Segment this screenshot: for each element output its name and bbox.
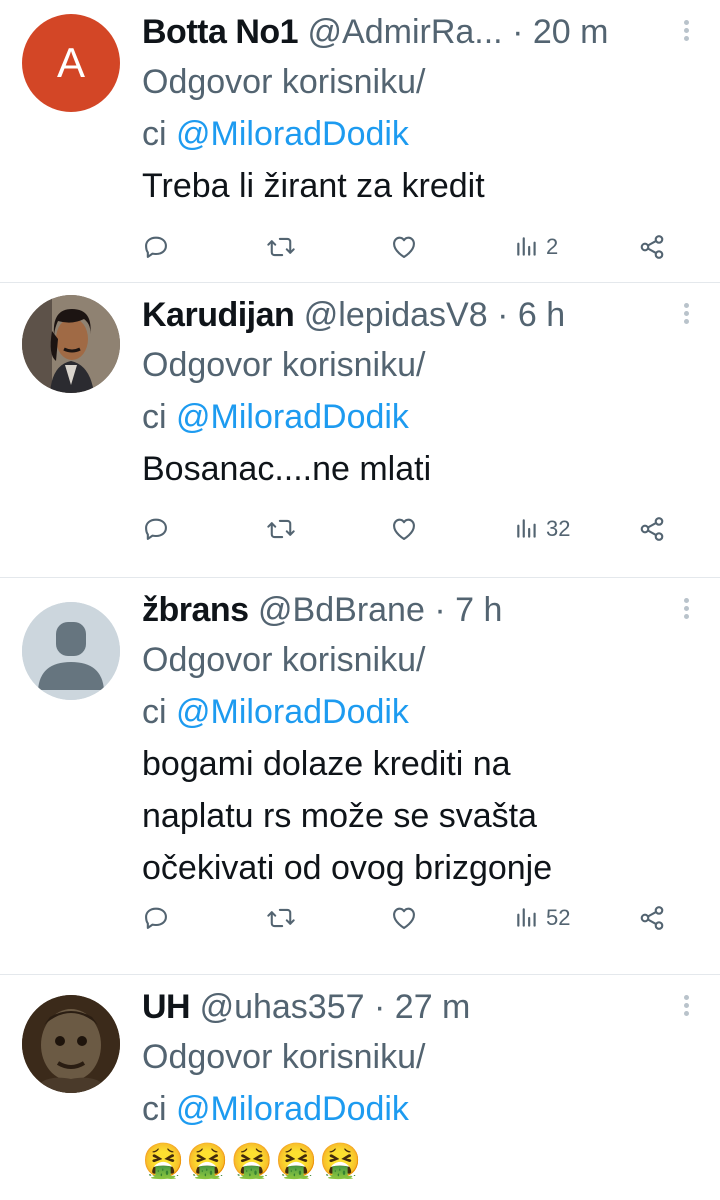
retweet-icon xyxy=(267,908,295,928)
reply-context: Odgovor korisniku/ ci @MiloradDodik xyxy=(142,634,680,738)
avatar[interactable] xyxy=(22,602,120,700)
handle[interactable]: @AdmirRa... xyxy=(308,13,503,51)
share-icon xyxy=(640,906,664,930)
view-count: 52 xyxy=(546,905,571,930)
avatar[interactable]: A xyxy=(22,14,120,112)
action-bar: 32 xyxy=(142,509,680,549)
reply-icon xyxy=(145,236,167,258)
view-count: 2 xyxy=(546,234,559,259)
handle[interactable]: @BdBrane xyxy=(258,591,425,629)
tweet[interactable]: A Botta No1 @AdmirRa... · 20 m Odgovor k… xyxy=(0,0,720,283)
reply-context: Odgovor korisniku/ ci @MiloradDodik xyxy=(142,56,680,160)
tweet-header: UH @uhas357 · 27 m xyxy=(142,983,680,1031)
view-count: 32 xyxy=(546,516,571,541)
more-icon[interactable] xyxy=(682,598,690,622)
separator: · xyxy=(512,13,524,51)
mention-link[interactable]: @MiloradDodik xyxy=(176,398,409,436)
reply-icon xyxy=(145,518,167,540)
display-name[interactable]: Karudijan xyxy=(142,296,295,334)
tweet-text: Treba li žirant za kredit xyxy=(142,160,680,212)
mention-link[interactable]: @MiloradDodik xyxy=(176,115,409,153)
handle[interactable]: @uhas357 xyxy=(200,988,365,1026)
tweet[interactable]: UH @uhas357 · 27 m Odgovor korisniku/ ci… xyxy=(0,975,720,1200)
views-icon xyxy=(517,519,536,538)
more-icon[interactable] xyxy=(682,995,690,1019)
tweet-text-line: Treba li žirant za kredit xyxy=(142,167,485,205)
more-icon[interactable] xyxy=(682,20,690,44)
mention-link[interactable]: @MiloradDodik xyxy=(176,1090,409,1128)
reply-prefix-suffix: ci xyxy=(142,398,167,436)
reply-button[interactable] xyxy=(142,227,170,267)
views-icon xyxy=(517,908,536,927)
tweet-text: bogami dolaze krediti na naplatu rs može… xyxy=(142,738,680,894)
views-button[interactable]: 52 xyxy=(514,898,570,938)
default-avatar-icon xyxy=(22,602,120,700)
share-button[interactable] xyxy=(638,227,666,267)
heart-icon xyxy=(393,236,415,258)
separator: · xyxy=(497,296,509,334)
retweet-button[interactable] xyxy=(266,898,296,938)
retweet-icon xyxy=(267,237,295,257)
views-icon xyxy=(517,237,536,256)
timestamp[interactable]: 6 h xyxy=(518,296,565,334)
avatar-letter: A xyxy=(56,39,85,86)
reply-prefix-suffix: ci xyxy=(142,115,167,153)
views-button[interactable]: 2 xyxy=(514,227,558,267)
tweet[interactable]: žbrans @BdBrane · 7 h Odgovor korisniku/… xyxy=(0,578,720,975)
separator: · xyxy=(374,988,386,1026)
tweet-emoji: 🤮🤮🤮🤮🤮 xyxy=(142,1142,364,1180)
reply-prefix-suffix: ci xyxy=(142,693,167,731)
like-button[interactable] xyxy=(390,227,418,267)
reply-prefix: Odgovor korisniku/ xyxy=(142,63,426,101)
display-name[interactable]: žbrans xyxy=(142,591,249,629)
tweet-text: Bosanac....ne mlati xyxy=(142,443,680,495)
reply-prefix-suffix: ci xyxy=(142,1090,167,1128)
heart-icon xyxy=(393,907,415,929)
tweet[interactable]: Karudijan @lepidasV8 · 6 h Odgovor koris… xyxy=(0,283,720,578)
avatar-photo xyxy=(22,295,120,393)
reply-context: Odgovor korisniku/ ci @MiloradDodik xyxy=(142,1031,680,1135)
heart-icon xyxy=(393,518,415,540)
avatar[interactable] xyxy=(22,295,120,393)
reply-prefix: Odgovor korisniku/ xyxy=(142,1038,426,1076)
tweet-text-line: očekivati od ovog brizgonje xyxy=(142,849,553,887)
retweet-button[interactable] xyxy=(266,509,296,549)
share-icon xyxy=(640,517,664,541)
avatar-photo xyxy=(22,995,120,1093)
action-bar: 2 xyxy=(142,227,680,267)
handle[interactable]: @lepidasV8 xyxy=(304,296,488,334)
reply-icon xyxy=(145,907,167,929)
reply-prefix: Odgovor korisniku/ xyxy=(142,641,426,679)
retweet-button[interactable] xyxy=(266,227,296,267)
reply-prefix: Odgovor korisniku/ xyxy=(142,346,426,384)
tweet-text-line: Bosanac....ne mlati xyxy=(142,450,432,488)
more-icon[interactable] xyxy=(682,303,690,327)
timestamp[interactable]: 27 m xyxy=(395,988,471,1026)
timestamp[interactable]: 7 h xyxy=(455,591,502,629)
retweet-icon xyxy=(267,519,295,539)
tweet-header: Botta No1 @AdmirRa... · 20 m xyxy=(142,8,680,56)
tweet-text-line: bogami dolaze krediti na xyxy=(142,745,511,783)
reply-button[interactable] xyxy=(142,898,170,938)
tweet-header: žbrans @BdBrane · 7 h xyxy=(142,586,680,634)
display-name[interactable]: Botta No1 xyxy=(142,13,299,51)
share-button[interactable] xyxy=(638,898,666,938)
separator: · xyxy=(434,591,446,629)
like-button[interactable] xyxy=(390,898,418,938)
action-bar: 52 xyxy=(142,898,680,938)
avatar[interactable] xyxy=(22,995,120,1093)
like-button[interactable] xyxy=(390,509,418,549)
tweet-text-line: naplatu rs može se svašta xyxy=(142,797,537,835)
views-button[interactable]: 32 xyxy=(514,509,570,549)
display-name[interactable]: UH xyxy=(142,988,191,1026)
share-icon xyxy=(640,235,664,259)
reply-context: Odgovor korisniku/ ci @MiloradDodik xyxy=(142,339,680,443)
reply-button[interactable] xyxy=(142,509,170,549)
timestamp[interactable]: 20 m xyxy=(533,13,609,51)
mention-link[interactable]: @MiloradDodik xyxy=(176,693,409,731)
tweet-header: Karudijan @lepidasV8 · 6 h xyxy=(142,291,680,339)
share-button[interactable] xyxy=(638,509,666,549)
